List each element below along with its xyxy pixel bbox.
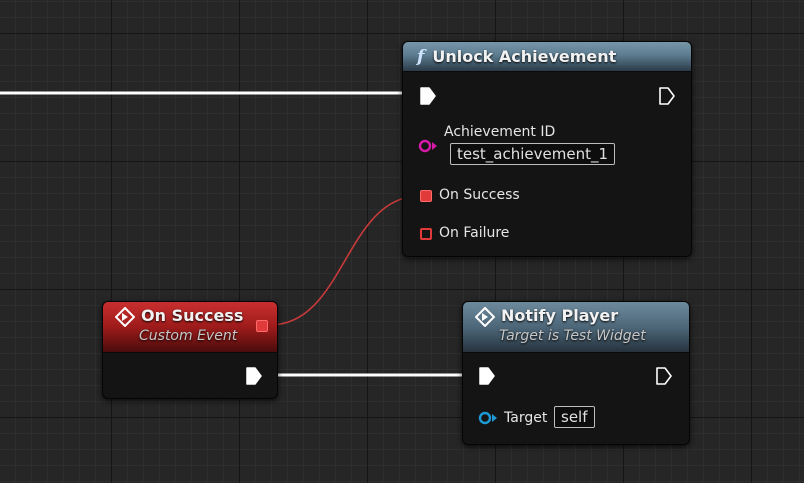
unlock-achievement-node[interactable]: f Unlock Achievement Achievement ID test_… [402,41,692,257]
event-delegate-pin[interactable] [256,320,268,332]
node-title: Unlock Achievement [432,47,617,66]
notify-exec-out-pin[interactable] [656,367,672,385]
delegate-wire [269,195,421,326]
notify-subtitle: Target is Test Widget [499,327,646,344]
event-diamond-icon [115,306,135,327]
on-success-delegate-pin[interactable] [420,190,432,202]
notify-exec-in-pin[interactable] [479,367,495,385]
target-input[interactable]: self [554,406,595,428]
on-failure-delegate-pin[interactable] [420,228,432,240]
exec-in-pin[interactable] [420,87,436,105]
string-pin-icon[interactable] [418,138,440,154]
event-title: On Success [141,306,244,325]
notify-player-header[interactable]: Notify Player Target is Test Widget [463,302,689,353]
event-subtitle: Custom Event [139,327,238,344]
target-label: Target [504,410,548,426]
function-diamond-icon [475,306,495,327]
on-success-label: On Success [439,187,520,203]
on-failure-label: On Failure [439,225,510,241]
on-success-event-node[interactable]: On Success Custom Event [102,301,278,399]
function-icon: f [417,47,425,67]
achievement-id-input[interactable]: test_achievement_1 [450,143,616,165]
event-exec-out-pin[interactable] [246,367,262,385]
achievement-id-label: Achievement ID [444,124,556,140]
on-success-event-header[interactable]: On Success Custom Event [103,302,277,353]
exec-out-pin[interactable] [659,87,675,105]
unlock-achievement-header[interactable]: f Unlock Achievement [403,42,691,72]
object-pin-icon[interactable] [478,410,500,426]
notify-player-node[interactable]: Notify Player Target is Test Widget Targ… [462,301,690,445]
notify-title: Notify Player [501,306,619,325]
